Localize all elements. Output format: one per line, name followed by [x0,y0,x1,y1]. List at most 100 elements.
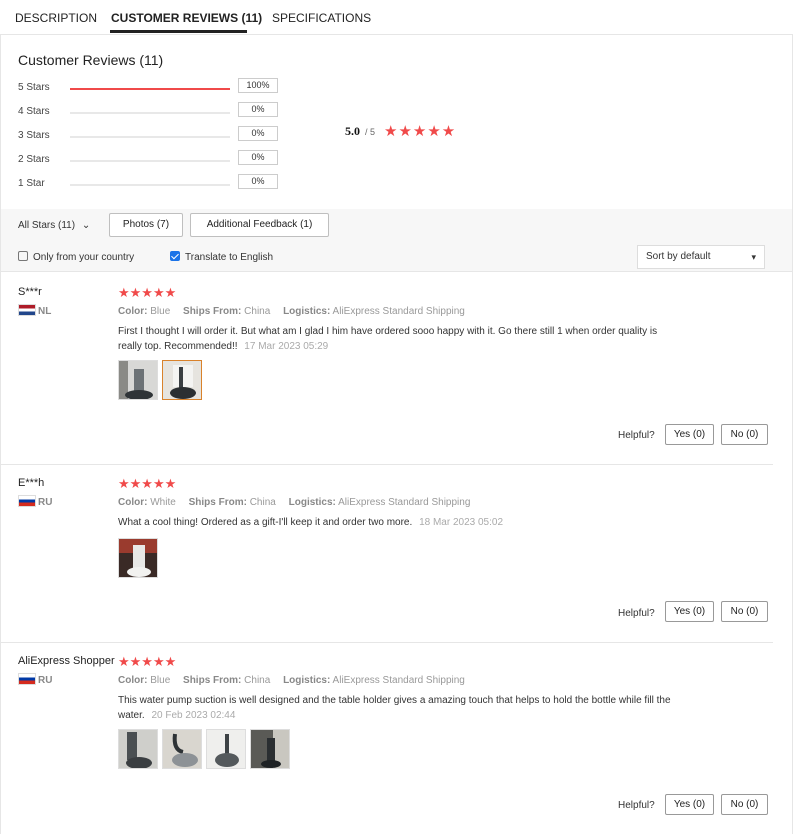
translate-label: Translate to English [185,252,274,263]
rating-row-2[interactable]: 2 Stars 0% [18,150,288,168]
review-photo[interactable] [162,729,202,769]
russia-flag-icon [18,673,36,685]
helpful-label: Helpful? [618,800,655,811]
rating-percent: 0% [238,150,278,165]
review-date: 20 Feb 2023 02:44 [151,710,236,721]
logistics-value: AliExpress Standard Shipping [332,306,465,317]
color-label: Color: [118,675,148,686]
checkbox-checked-icon [170,251,180,261]
reviewer-country: RU [18,495,52,508]
review-text: What a cool thing! Ordered as a gift-I'l… [118,515,678,530]
tab-customer-reviews[interactable]: CUSTOMER REVIEWS (11) [111,11,262,25]
review-stars-icon: ★★★★★ [118,654,177,669]
review-photo[interactable] [118,729,158,769]
checkbox-icon [18,251,28,261]
color-label: Color: [118,306,148,317]
all-stars-dropdown[interactable]: All Stars (11) ⌄ [18,220,90,231]
rating-row-label: 4 Stars [18,106,50,117]
netherlands-flag-icon [18,304,36,316]
all-stars-label: All Stars (11) [18,220,76,231]
helpful-label: Helpful? [618,608,655,619]
country-code: RU [38,675,53,686]
logistics-value: AliExpress Standard Shipping [332,675,465,686]
ships-from-label: Ships From: [183,675,242,686]
rating-percent: 0% [238,174,278,189]
russia-flag-icon [18,495,36,507]
review-meta: Color: Blue Ships From: China Logistics:… [118,306,465,317]
rating-row-4[interactable]: 4 Stars 0% [18,102,288,120]
review-meta: Color: Blue Ships From: China Logistics:… [118,675,465,686]
ships-from-label: Ships From: [188,497,247,508]
rating-bar [70,136,230,138]
rating-percent: 0% [238,126,278,141]
rating-row-3[interactable]: 3 Stars 0% [18,126,288,144]
review-date: 17 Mar 2023 05:29 [244,341,329,352]
rating-bar [70,184,230,186]
helpful-label: Helpful? [618,430,655,441]
logistics-value: AliExpress Standard Shipping [338,497,471,508]
tab-description[interactable]: DESCRIPTION [15,11,97,25]
review-divider [0,464,773,465]
reviewer-name: E***h [18,477,45,489]
ships-from-label: Ships From: [183,306,242,317]
helpful-no-button[interactable]: No (0) [721,424,768,445]
only-country-label: Only from your country [33,252,135,263]
review-stars-icon: ★★★★★ [118,476,177,491]
logistics-label: Logistics: [283,675,331,686]
logistics-label: Logistics: [288,497,336,508]
rating-bar [70,160,230,162]
color-value: White [150,497,176,508]
review-date: 18 Mar 2023 05:02 [419,517,504,528]
chevron-down-icon: ⌄ [81,220,91,231]
photos-filter-button[interactable]: Photos (7) [109,213,183,237]
rating-bar-fill [70,88,230,90]
rating-percent: 0% [238,102,278,117]
rating-percent: 100% [238,78,278,93]
tab-specifications[interactable]: SPECIFICATIONS [272,11,371,25]
helpful-no-button[interactable]: No (0) [721,794,768,815]
ships-from-value: China [244,675,271,686]
rating-row-label: 2 Stars [18,154,50,165]
review-photo[interactable] [118,538,158,578]
review-meta: Color: White Ships From: China Logistics… [118,497,470,508]
color-value: Blue [150,306,171,317]
review-body: First I thought I will order it. But wha… [118,326,658,352]
chevron-down-icon: ▾ [751,252,756,262]
review-photo[interactable] [162,360,202,400]
review-photo[interactable] [250,729,290,769]
translate-checkbox[interactable]: Translate to English [170,251,273,263]
rating-row-label: 5 Stars [18,82,50,93]
ships-from-value: China [249,497,276,508]
rating-row-label: 3 Stars [18,130,50,141]
average-stars-icon: ★★★★★ [384,123,457,140]
sort-value: Sort by default [646,251,711,262]
helpful-yes-button[interactable]: Yes (0) [665,794,714,815]
rating-row-5[interactable]: 5 Stars 100% [18,78,288,96]
logistics-label: Logistics: [283,306,331,317]
review-photo[interactable] [118,360,158,400]
ships-from-value: China [244,306,271,317]
additional-feedback-button[interactable]: Additional Feedback (1) [190,213,329,237]
rating-row-1[interactable]: 1 Star 0% [18,174,288,192]
helpful-yes-button[interactable]: Yes (0) [665,601,714,622]
rating-row-label: 1 Star [18,178,45,189]
helpful-no-button[interactable]: No (0) [721,601,768,622]
review-stars-icon: ★★★★★ [118,285,177,300]
reviewer-country: RU [18,673,52,686]
country-code: NL [38,306,52,317]
only-country-checkbox[interactable]: Only from your country [18,251,134,263]
rating-bar [70,112,230,114]
sort-select[interactable]: Sort by default ▾ [637,245,765,269]
country-code: RU [38,497,53,508]
reviewer-name: S***r [18,286,42,298]
helpful-yes-button[interactable]: Yes (0) [665,424,714,445]
reviewer-name: AliExpress Shopper [18,655,115,667]
reviews-heading: Customer Reviews (11) [18,52,164,68]
review-text: This water pump suction is well designed… [118,693,673,723]
color-label: Color: [118,497,148,508]
reviewer-country: NL [18,304,51,317]
review-text: First I thought I will order it. But wha… [118,324,678,354]
review-tabs: DESCRIPTION CUSTOMER REVIEWS (11) SPECIF… [0,0,793,35]
color-value: Blue [150,675,171,686]
review-photo[interactable] [206,729,246,769]
